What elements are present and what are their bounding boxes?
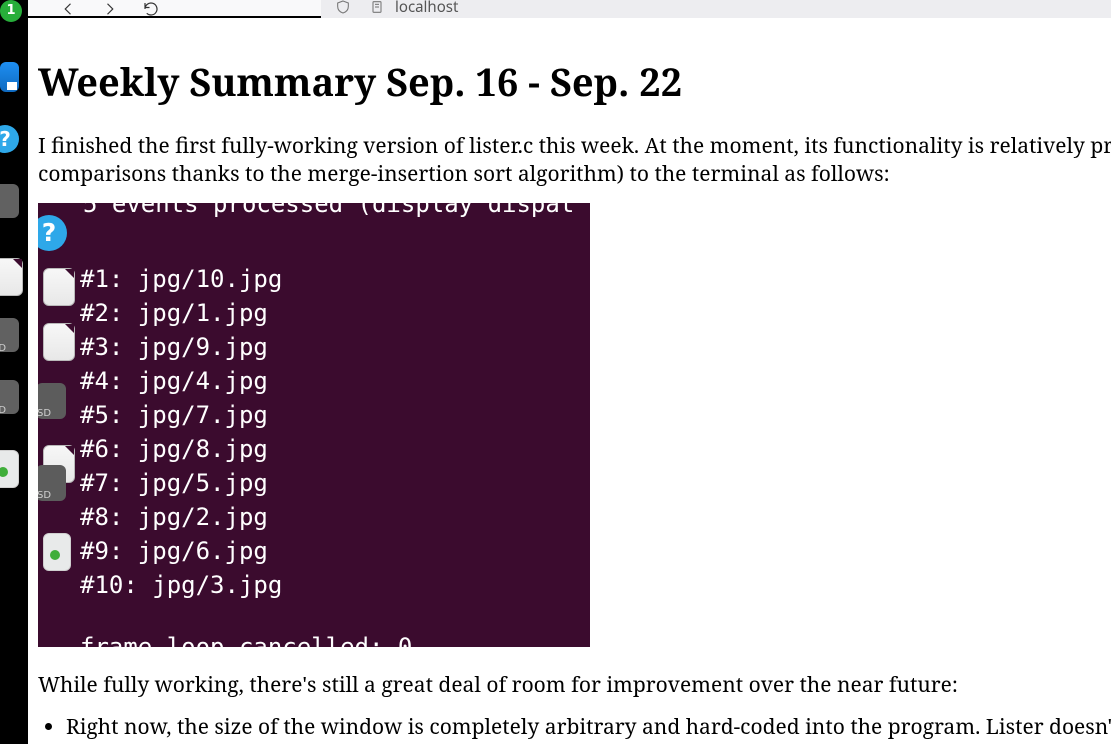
page-viewport: Weekly Summary Sep. 16 - Sep. 22 I finis…: [28, 18, 1111, 744]
notification-badge[interactable]: 1: [0, 0, 22, 22]
help-icon: ?: [38, 215, 67, 251]
terminal-output: #1: jpg/10.jpg #2: jpg/1.jpg #3: jpg/9.j…: [80, 262, 282, 603]
sd-card-icon: SD: [38, 465, 66, 501]
paragraph: While fully working, there's still a gre…: [38, 671, 1111, 699]
file-icon: [43, 323, 75, 361]
file-icon: [43, 445, 75, 483]
trash-icon[interactable]: [0, 450, 19, 488]
file-icon: [43, 268, 75, 306]
sd-card-icon: SD: [38, 383, 66, 419]
paragraph: I finished the first fully-working versi…: [38, 132, 1111, 189]
page-title: Weekly Summary Sep. 16 - Sep. 22: [38, 56, 1111, 108]
page-content: Weekly Summary Sep. 16 - Sep. 22 I finis…: [28, 18, 1111, 741]
terminal-screenshot: 5 events processed (display dispat #1: j…: [38, 203, 590, 647]
list-item: Right now, the size of the window is com…: [66, 713, 1111, 741]
browser-toolbar: localhost: [28, 0, 1111, 16]
document-icon[interactable]: [0, 62, 19, 92]
trash-icon: [43, 533, 71, 571]
sd-card-icon[interactable]: SD: [0, 318, 19, 352]
launcher-strip: 1 ? SD SD: [0, 0, 28, 744]
shield-icon: [331, 0, 355, 15]
terminal-line: 5 events processed (display dispat: [83, 203, 574, 221]
help-icon[interactable]: ?: [0, 125, 19, 153]
bullet-list: Right now, the size of the window is com…: [66, 713, 1111, 741]
file-icon[interactable]: [0, 258, 23, 296]
taskbar-item[interactable]: [0, 184, 19, 218]
url-text: localhost: [395, 0, 458, 17]
site-info-icon: [365, 0, 389, 15]
terminal-line: frame loop cancelled: 0: [80, 630, 412, 647]
sd-card-icon[interactable]: SD: [0, 380, 19, 414]
